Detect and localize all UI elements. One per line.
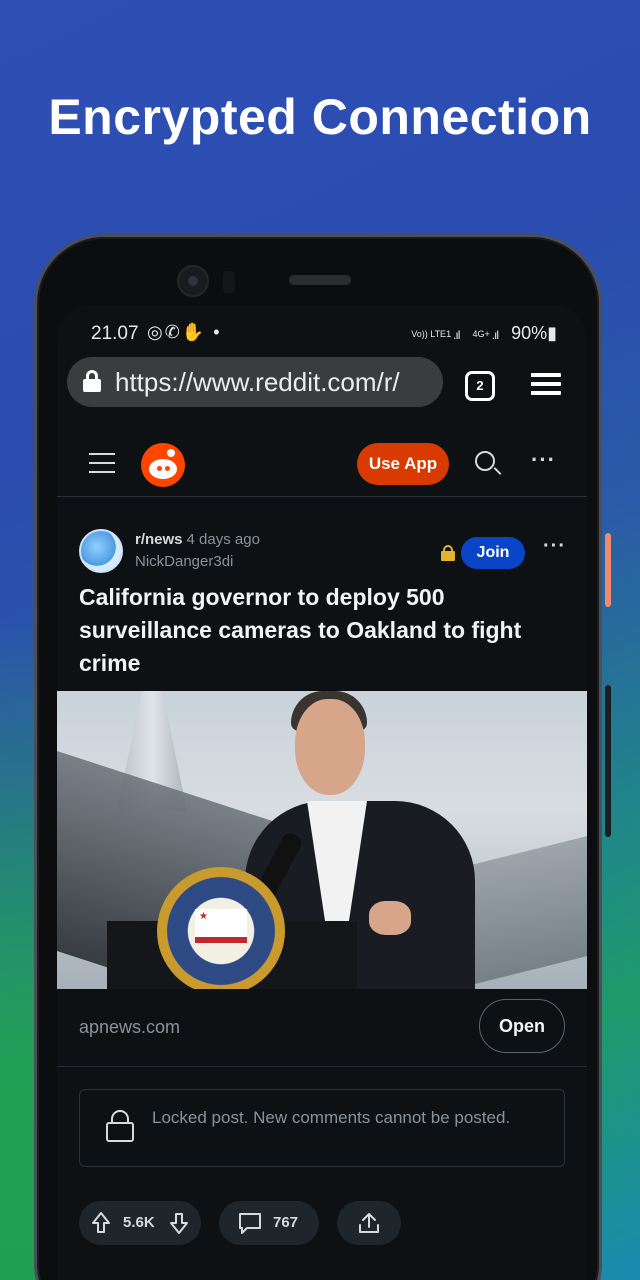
hamburger-icon[interactable] (89, 453, 115, 473)
downvote-icon[interactable] (169, 1211, 189, 1235)
post-time: 4 days ago (186, 531, 260, 548)
link-row: apnews.com Open (57, 989, 587, 1067)
subreddit-line[interactable]: r/news 4 days ago (135, 531, 260, 548)
status-right: Vo)) LTE1 .ıl 4G+ .ıl 90%▮ (411, 323, 557, 344)
use-app-button[interactable]: Use App (357, 443, 449, 485)
phone-frame: 21.07 ◎✆✋ • Vo)) LTE1 .ıl 4G+ .ıl 90%▮ htt… (34, 234, 611, 1280)
lock-icon[interactable] (83, 370, 101, 392)
share-button[interactable] (337, 1201, 401, 1245)
search-icon[interactable] (475, 451, 502, 477)
post-author[interactable]: NickDanger3di (135, 553, 233, 570)
upvote-icon[interactable] (91, 1211, 111, 1235)
lock-outline-icon (106, 1110, 134, 1142)
volte-icon: Vo)) LTE1 (411, 328, 452, 339)
browser-menu-icon[interactable] (531, 373, 561, 397)
post-more-icon[interactable]: ··· (543, 535, 566, 558)
locked-notice: Locked post. New comments cannot be post… (79, 1089, 565, 1167)
locked-message: Locked post. New comments cannot be post… (152, 1108, 511, 1127)
subreddit-avatar[interactable] (79, 529, 123, 573)
phone-side-button (605, 533, 611, 607)
vote-count: 5.6K (123, 1214, 155, 1231)
reddit-logo-icon[interactable] (141, 443, 185, 487)
signal-icon-2: .ıl (491, 328, 499, 342)
comment-icon[interactable] (237, 1211, 263, 1235)
post-title[interactable]: California governor to deploy 500 survei… (79, 581, 559, 680)
open-link-button[interactable]: Open (479, 999, 565, 1053)
earpiece-speaker (289, 275, 351, 285)
status-time: 21.07 (91, 323, 139, 344)
headline: Encrypted Connection (48, 89, 592, 145)
signal-icon: .ıl (453, 328, 460, 342)
more-icon[interactable]: ··· (531, 447, 556, 473)
proximity-sensor (223, 271, 235, 293)
link-domain[interactable]: apnews.com (79, 1017, 180, 1038)
status-bar: 21.07 ◎✆✋ • Vo)) LTE1 .ıl 4G+ .ıl 90%▮ (57, 305, 587, 357)
share-icon[interactable] (357, 1211, 381, 1235)
locked-icon (441, 545, 455, 561)
front-camera (177, 265, 209, 297)
vote-control: 5.6K (79, 1201, 201, 1245)
comment-count: 767 (273, 1214, 299, 1231)
battery-percent: 90% (511, 323, 548, 343)
network-type-icon: 4G+ (472, 328, 490, 339)
reddit-header: Use App ··· (57, 429, 587, 497)
notification-icons: ◎✆✋ • (147, 322, 222, 342)
url-text[interactable]: https://www.reddit.com/r/ (115, 367, 400, 398)
address-bar[interactable]: https://www.reddit.com/r/ (67, 357, 443, 407)
tabs-button[interactable]: 2 (465, 371, 495, 401)
post-image[interactable]: ★ (57, 691, 587, 989)
battery-icon: ▮ (547, 323, 557, 343)
join-button[interactable]: Join (461, 537, 525, 569)
phone-screen: 21.07 ◎✆✋ • Vo)) LTE1 .ıl 4G+ .ıl 90%▮ htt… (57, 305, 587, 1280)
comments-button[interactable]: 767 (219, 1201, 319, 1245)
post-actions: 5.6K 767 (79, 1201, 565, 1247)
post-header: r/news 4 days ago NickDanger3di Join ··· (57, 523, 587, 583)
phone-volume-button (605, 685, 611, 837)
subreddit-name[interactable]: r/news (135, 531, 183, 548)
